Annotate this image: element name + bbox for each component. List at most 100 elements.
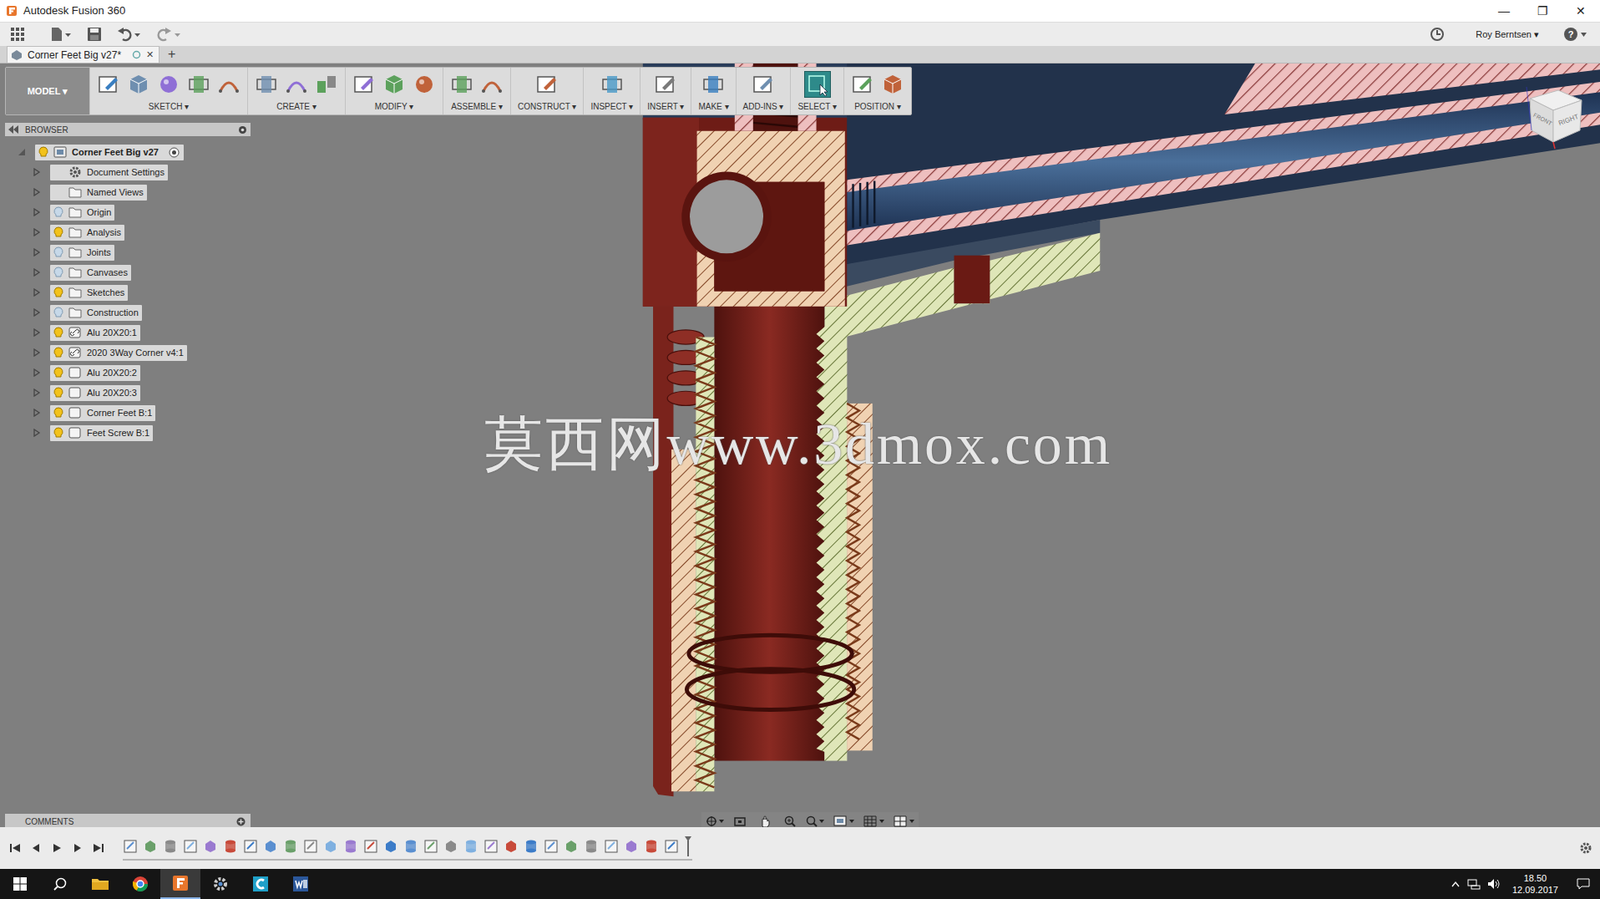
document-tab[interactable]: Corner Feet Big v27*✕ (6, 45, 160, 63)
app-grid-icon[interactable] (8, 25, 27, 44)
collapsed-triangle-icon[interactable] (31, 387, 42, 398)
browser-item-box[interactable]: Feet Screw B:1 (50, 425, 153, 441)
timeline-feature-icon[interactable] (503, 838, 519, 854)
browser-item-box[interactable]: Canvases (50, 264, 132, 281)
visibility-bulb-icon[interactable] (53, 366, 64, 379)
visibility-bulb-icon[interactable] (53, 266, 64, 279)
visibility-bulb-icon[interactable] (53, 246, 64, 259)
new-tab-button[interactable]: + (167, 45, 176, 63)
browser-item[interactable]: Feet Screw B:1 (5, 422, 251, 443)
browser-item-label[interactable]: Alu 20X20:2 (86, 365, 137, 380)
tool-icon[interactable] (96, 72, 121, 97)
timeline-settings-gear-icon[interactable] (1578, 840, 1594, 856)
toolbar-group-label[interactable]: MODIFY ▾ (374, 101, 414, 112)
toolbar-group-label[interactable]: SELECT ▾ (797, 101, 837, 112)
toolbar-group-label[interactable]: CREATE ▾ (276, 101, 317, 112)
collapsed-triangle-icon[interactable] (31, 187, 42, 198)
timeline-feature-icon[interactable] (523, 838, 539, 854)
browser-item-label[interactable]: Alu 20X20:1 (86, 325, 137, 340)
workspace-switcher[interactable]: MODEL ▾ (5, 67, 90, 115)
fusion-app-icon[interactable] (160, 868, 201, 899)
tool-icon[interactable] (751, 72, 775, 97)
browser-item[interactable]: Alu 20X20:2 (5, 362, 251, 383)
visibility-bulb-icon[interactable] (53, 406, 64, 419)
tool-icon[interactable] (382, 72, 406, 97)
browser-item-label[interactable]: Analysis (86, 225, 122, 240)
pin-panel-icon[interactable] (237, 124, 248, 135)
clock-time[interactable]: 18.50 (1524, 871, 1548, 884)
timeline-feature-icon[interactable] (583, 838, 599, 854)
browser-item-box[interactable]: Named Views (50, 184, 147, 201)
tool-icon[interactable] (600, 72, 624, 97)
user-menu[interactable]: Roy Berntsen ▾ (1475, 27, 1540, 42)
timeline-feature-icon[interactable] (122, 838, 138, 854)
undo-icon[interactable] (115, 25, 144, 44)
timeline-feature-icon[interactable] (443, 838, 459, 854)
chrome-icon[interactable] (120, 868, 161, 899)
timeline-feature-icon[interactable] (202, 838, 218, 854)
browser-item-label[interactable]: Construction (86, 305, 139, 320)
start-button-icon[interactable] (0, 868, 41, 899)
collapsed-triangle-icon[interactable] (31, 287, 42, 298)
select-tool-icon[interactable] (804, 70, 831, 98)
tool-icon[interactable] (881, 72, 905, 97)
browser-item-label[interactable]: Sketches (86, 285, 125, 300)
clock[interactable]: 18.5012.09.2017 (1503, 871, 1567, 896)
toolbar-group-label[interactable]: SKETCH ▾ (148, 101, 189, 112)
play-icon[interactable] (50, 840, 64, 855)
browser-item-box[interactable]: 2020 3Way Corner v4:1 (50, 344, 188, 361)
view-cube[interactable]: FRONTRIGHT (1518, 80, 1589, 151)
tool-icon[interactable] (352, 72, 376, 97)
browser-item-label[interactable]: Canvases (86, 265, 128, 280)
browser-item-box[interactable]: Alu 20X20:2 (50, 364, 141, 381)
timeline-feature-icon[interactable] (463, 838, 479, 854)
tool-icon[interactable] (156, 72, 181, 97)
collapsed-triangle-icon[interactable] (31, 327, 42, 338)
collapsed-triangle-icon[interactable] (31, 347, 42, 358)
browser-item[interactable]: Corner Feet B:1 (5, 402, 251, 423)
browser-item[interactable]: 2020 3Way Corner v4:1 (5, 342, 251, 363)
timeline-feature-icon[interactable] (423, 838, 439, 854)
redo-icon[interactable] (155, 25, 184, 44)
browser-item[interactable]: Analysis (5, 222, 251, 243)
word-icon[interactable] (280, 868, 321, 899)
display-settings-icon[interactable] (833, 814, 856, 827)
expanded-triangle-icon[interactable] (16, 146, 27, 157)
browser-item-label[interactable]: Alu 20X20:3 (86, 385, 137, 400)
visibility-bulb-icon[interactable] (38, 146, 49, 158)
tool-icon[interactable] (480, 72, 504, 97)
visibility-bulb-icon[interactable] (53, 306, 64, 319)
file-explorer-icon[interactable] (80, 868, 121, 899)
timeline-feature-icon[interactable] (403, 838, 419, 854)
tool-icon[interactable] (284, 72, 309, 97)
browser-item-label[interactable]: Document Settings (86, 165, 165, 180)
network-icon[interactable] (1463, 868, 1484, 899)
toolbar-group-label[interactable]: ASSEMBLE ▾ (450, 101, 503, 112)
toolbar-group-label[interactable]: CONSTRUCT ▾ (517, 101, 577, 112)
help-button[interactable]: ? (1564, 27, 1578, 41)
browser-item[interactable]: Document Settings (5, 162, 251, 183)
browser-item-box[interactable]: Document Settings (50, 164, 168, 181)
tool-icon[interactable] (254, 72, 279, 97)
volume-icon[interactable] (1483, 868, 1504, 899)
timeline-feature-icon[interactable] (222, 838, 238, 854)
toolbar-group-label[interactable]: INSERT ▾ (647, 101, 684, 112)
tool-icon[interactable] (187, 72, 211, 97)
timeline-feature-icon[interactable] (383, 838, 399, 854)
collapsed-triangle-icon[interactable] (31, 207, 42, 218)
window-control[interactable]: ❐ (1523, 0, 1562, 23)
browser-item-box[interactable]: Alu 20X20:1 (50, 324, 141, 341)
collapsed-triangle-icon[interactable] (31, 167, 42, 178)
timeline-feature-icon[interactable] (142, 838, 158, 854)
timeline-feature-icon[interactable] (323, 838, 339, 854)
tool-icon[interactable] (653, 72, 678, 97)
browser-item[interactable]: Origin (5, 202, 251, 223)
file-menu-icon[interactable] (48, 25, 74, 44)
browser-item-label[interactable]: Joints (86, 245, 112, 260)
timeline-feature-icon[interactable] (303, 838, 319, 854)
tool-icon[interactable] (314, 72, 339, 97)
timeline-feature-icon[interactable] (263, 838, 279, 854)
timeline-feature-icon[interactable] (343, 838, 359, 854)
skip-to-start-icon[interactable] (8, 840, 22, 855)
toolbar-group-label[interactable]: ADD-INS ▾ (743, 101, 785, 112)
